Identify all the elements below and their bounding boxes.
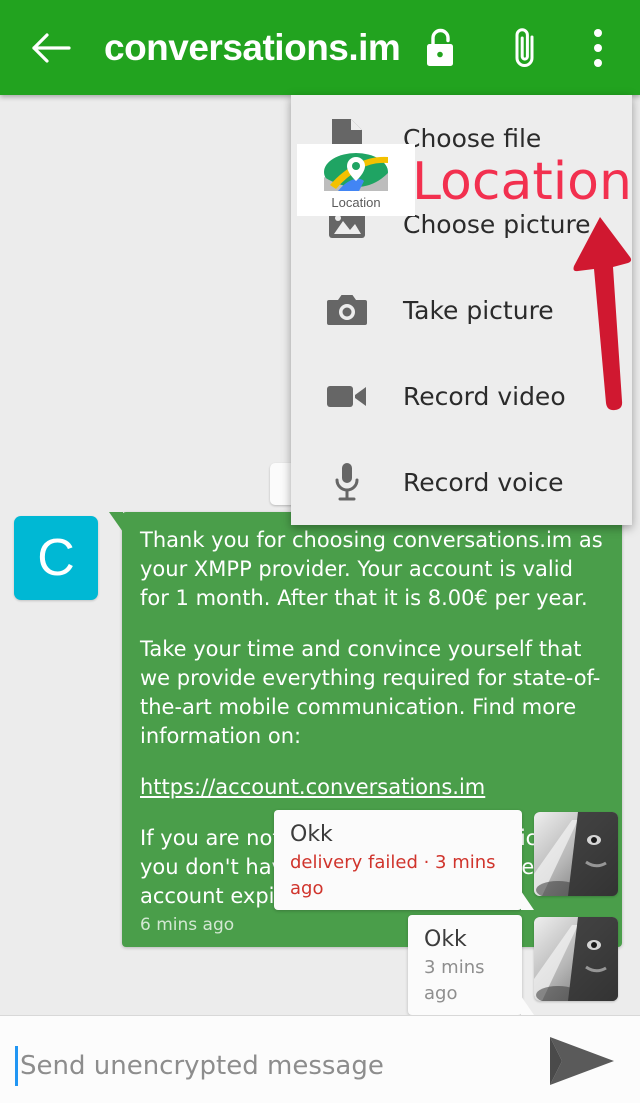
text-cursor (15, 1046, 18, 1086)
video-camera-icon (319, 381, 375, 411)
bubble-tail (109, 512, 123, 532)
message-input[interactable]: Send unencrypted message (20, 1044, 384, 1088)
outgoing-message-bubble[interactable]: Okk delivery failed · 3 mins ago (274, 810, 534, 910)
avatar-self-photo[interactable] (534, 917, 618, 1001)
app-bar: conversations.im (0, 0, 640, 95)
user-photo-avatar-icon (534, 917, 618, 1001)
location-card-label: Location (331, 194, 381, 210)
message-composer-bar: Send unencrypted message (0, 1015, 640, 1103)
annotation-location-text: Location (412, 152, 632, 212)
bubble-tail (521, 891, 534, 910)
avatar-self-photo[interactable] (534, 812, 618, 896)
avatar-letter: C (37, 529, 75, 587)
user-photo-avatar-icon (534, 812, 618, 896)
attachment-button[interactable] (498, 21, 552, 75)
camera-icon (319, 291, 375, 329)
arrow-left-icon (32, 33, 71, 63)
microphone-icon (319, 461, 375, 503)
menu-item-label: Record video (403, 381, 566, 411)
incoming-paragraph-1: Thank you for choosing conversations.im … (140, 528, 603, 610)
unlocked-padlock-icon (427, 28, 453, 66)
page-title: conversations.im (104, 27, 401, 68)
outgoing-message-text: Okk (424, 927, 467, 952)
menu-item-label: Choose file (403, 123, 542, 153)
menu-item-record-voice[interactable]: Record voice (291, 439, 632, 525)
location-app-overlay-card[interactable]: Location (297, 144, 415, 216)
menu-item-label: Take picture (403, 295, 554, 325)
red-up-arrow-icon (573, 217, 632, 411)
back-button[interactable] (24, 22, 78, 74)
outgoing-message-status: 3 mins ago (424, 957, 485, 1004)
outgoing-message-status: delivery failed · 3 mins ago (290, 852, 496, 899)
app-screen: C Thank you for choosing conversations.i… (0, 0, 640, 1103)
outgoing-message-bubble[interactable]: Okk 3 mins ago (408, 915, 534, 1015)
annotation-red-up-arrow (556, 205, 640, 420)
encryption-lock-button[interactable] (413, 21, 467, 75)
paperclip-icon (515, 28, 534, 67)
three-dots-vertical-icon (594, 29, 602, 67)
incoming-link-paragraph: https://account.conversations.im (140, 773, 604, 802)
send-paper-plane-icon (550, 1037, 614, 1085)
overflow-menu-button[interactable] (578, 21, 618, 75)
incoming-paragraph-2: Take your time and convince yourself tha… (140, 637, 601, 748)
menu-item-label: Record voice (403, 467, 564, 497)
bubble-tail (521, 996, 534, 1015)
outgoing-message-text: Okk (290, 822, 333, 847)
account-link[interactable]: https://account.conversations.im (140, 775, 485, 799)
avatar-contact-initial[interactable]: C (14, 516, 98, 600)
google-maps-location-pin-icon (324, 152, 388, 191)
send-button[interactable] (542, 1034, 622, 1088)
